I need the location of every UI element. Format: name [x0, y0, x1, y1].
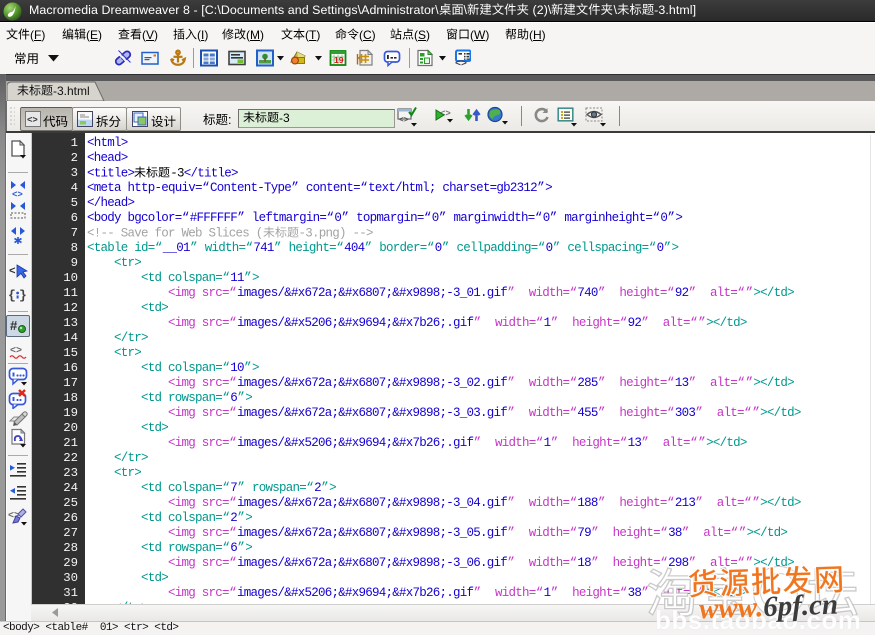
svg-text:<>: <> [12, 190, 23, 199]
svg-text:19: 19 [334, 55, 344, 65]
svg-text:{: { [8, 288, 16, 303]
svg-text:}: } [19, 288, 27, 303]
svg-text:<>: <> [399, 116, 409, 125]
svg-text:<>: <> [455, 59, 467, 67]
svg-text:<: < [9, 266, 16, 278]
svg-text:#: # [10, 318, 18, 333]
svg-text:<>: <> [27, 116, 38, 126]
